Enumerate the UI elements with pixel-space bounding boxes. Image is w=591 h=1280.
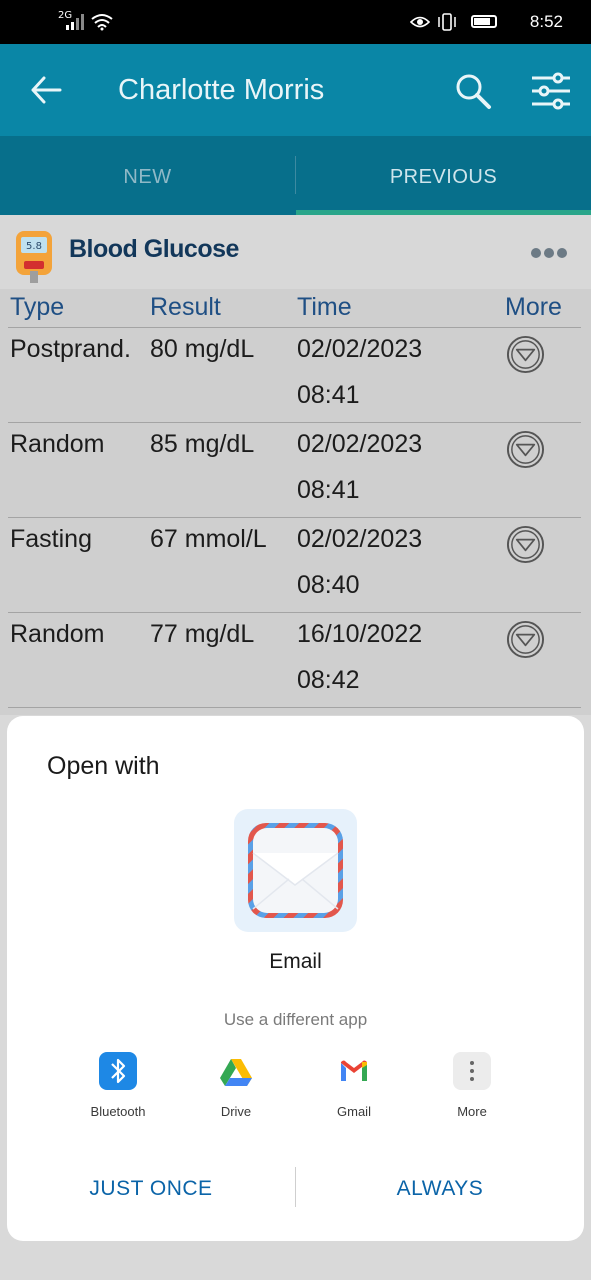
dot (557, 248, 567, 258)
battery-icon (471, 15, 497, 28)
row-type: Random (10, 430, 105, 458)
glucose-meter-icon: 5.8 (16, 231, 52, 283)
row-time: 08:42 (297, 666, 360, 694)
wifi-icon (91, 14, 113, 31)
app-option-gmail[interactable]: Gmail (294, 1052, 414, 1119)
app-option-label: More (457, 1104, 487, 1119)
app-bar: Charlotte Morris (0, 44, 591, 136)
vibrate-icon (438, 13, 456, 31)
just-once-button[interactable]: JUST ONCE (7, 1156, 295, 1216)
col-header-type: Type (10, 293, 65, 321)
expand-row-icon[interactable] (506, 335, 545, 374)
col-header-result: Result (150, 293, 221, 321)
row-date: 02/02/2023 (297, 335, 423, 363)
row-result: 77 mg/dL (150, 620, 255, 648)
email-app-button[interactable] (234, 809, 357, 932)
row-date: 02/02/2023 (297, 430, 423, 458)
row-divider (8, 517, 581, 518)
tab-new[interactable]: NEW (0, 136, 295, 215)
sheet-title: Open with (47, 752, 160, 780)
expand-row-icon[interactable] (506, 430, 545, 469)
row-divider (8, 327, 581, 328)
primary-app-label: Email (269, 950, 322, 973)
row-type: Fasting (10, 525, 92, 553)
envelope-icon (248, 823, 343, 918)
row-divider (8, 422, 581, 423)
status-bar: 2G 8:52 (0, 0, 591, 44)
search-icon[interactable] (454, 72, 492, 110)
col-header-time: Time (297, 293, 352, 321)
app-option-label: Drive (220, 1104, 252, 1119)
row-time: 08:41 (297, 476, 360, 504)
row-result: 80 mg/dL (150, 335, 255, 363)
app-option-drive[interactable]: Drive (176, 1052, 296, 1119)
open-with-sheet: Open with Email Use a different app Blue… (7, 716, 584, 1241)
use-different-app-label: Use a different app (223, 1010, 368, 1029)
always-button[interactable]: ALWAYS (296, 1156, 584, 1216)
tab-previous[interactable]: PREVIOUS (296, 136, 591, 215)
row-divider (8, 612, 581, 613)
gmail-icon (335, 1052, 373, 1090)
card-menu-button[interactable] (528, 243, 567, 262)
filter-sliders-icon[interactable] (530, 72, 572, 110)
app-option-label: Gmail (337, 1104, 371, 1119)
row-type: Postprand. (10, 335, 131, 363)
row-time: 08:40 (297, 571, 360, 599)
tab-bar: NEW PREVIOUS (0, 136, 591, 215)
page-title: Charlotte Morris (118, 74, 325, 106)
col-header-more: More (505, 293, 562, 321)
expand-row-icon[interactable] (506, 620, 545, 659)
app-option-more[interactable]: More (412, 1052, 532, 1119)
more-vertical-icon (453, 1052, 491, 1090)
dot (531, 248, 541, 258)
card-header: 5.8 Blood Glucose (0, 215, 591, 289)
back-arrow-icon[interactable] (30, 76, 62, 104)
meter-reading: 5.8 (26, 241, 42, 252)
row-date: 02/02/2023 (297, 525, 423, 553)
app-option-bluetooth[interactable]: Bluetooth (58, 1052, 178, 1119)
bluetooth-icon (99, 1052, 137, 1090)
drive-icon (217, 1052, 255, 1090)
app-option-label: Bluetooth (90, 1104, 146, 1119)
dot (544, 248, 554, 258)
row-result: 67 mmol/L (150, 525, 267, 553)
row-time: 08:41 (297, 381, 360, 409)
content-area: 5.8 Blood Glucose Type Result Time More … (0, 215, 591, 715)
row-date: 16/10/2022 (297, 620, 423, 648)
row-result: 85 mg/dL (150, 430, 255, 458)
card-title: Blood Glucose (69, 235, 239, 263)
expand-row-icon[interactable] (506, 525, 545, 564)
eye-icon (410, 16, 430, 28)
row-divider (8, 707, 581, 708)
signal-icon (66, 14, 84, 30)
row-type: Random (10, 620, 105, 648)
clock: 8:52 (529, 12, 563, 31)
